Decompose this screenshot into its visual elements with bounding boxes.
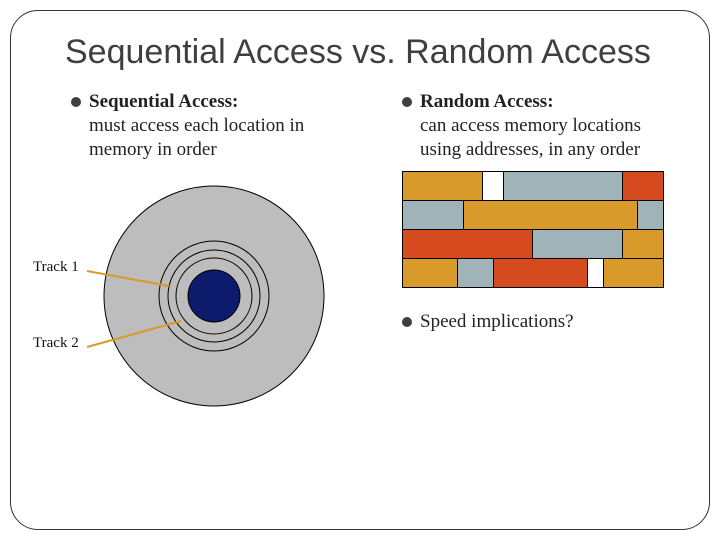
memory-cell (623, 172, 663, 200)
memory-row (403, 259, 663, 287)
sequential-bullet: Sequential Access: must access each loca… (71, 90, 350, 161)
speed-bullet: Speed implications? (402, 310, 681, 334)
slide-title: Sequential Access vs. Random Access (65, 33, 681, 72)
memory-cell (533, 230, 623, 258)
memory-cell (588, 259, 604, 287)
bullet-icon (71, 97, 81, 107)
memory-cell (403, 201, 464, 229)
memory-grid (402, 171, 664, 288)
memory-cell (494, 259, 589, 287)
random-desc: can access memory locations using addres… (420, 114, 681, 162)
sequential-term: Sequential Access: (89, 91, 238, 112)
content-columns: Sequential Access: must access each loca… (39, 90, 681, 421)
left-column: Sequential Access: must access each loca… (39, 90, 350, 421)
bullet-icon (402, 317, 412, 327)
memory-cell (623, 230, 663, 258)
memory-cell (464, 201, 639, 229)
memory-cell (403, 259, 458, 287)
memory-cell (604, 259, 663, 287)
sequential-text: Sequential Access: must access each loca… (89, 90, 350, 161)
right-column: Random Access: can access memory locatio… (370, 90, 681, 421)
sequential-desc: must access each location in memory in o… (89, 114, 350, 162)
memory-cell (483, 172, 504, 200)
random-term: Random Access: (420, 91, 554, 112)
disc-svg (39, 171, 339, 421)
memory-row (403, 172, 663, 201)
random-text: Random Access: can access memory locatio… (420, 90, 681, 161)
speed-text: Speed implications? (420, 310, 574, 334)
memory-cell (458, 259, 493, 287)
memory-row (403, 230, 663, 259)
bullet-icon (402, 97, 412, 107)
memory-cell (403, 230, 533, 258)
disc-diagram: Track 1 Track 2 (39, 171, 339, 421)
track1-label: Track 1 (33, 259, 79, 276)
random-bullet: Random Access: can access memory locatio… (402, 90, 681, 161)
slide-frame: Sequential Access vs. Random Access Sequ… (10, 10, 710, 530)
memory-cell (403, 172, 483, 200)
memory-row (403, 201, 663, 230)
track2-label: Track 2 (33, 335, 79, 352)
memory-cell (504, 172, 624, 200)
memory-cell (638, 201, 663, 229)
